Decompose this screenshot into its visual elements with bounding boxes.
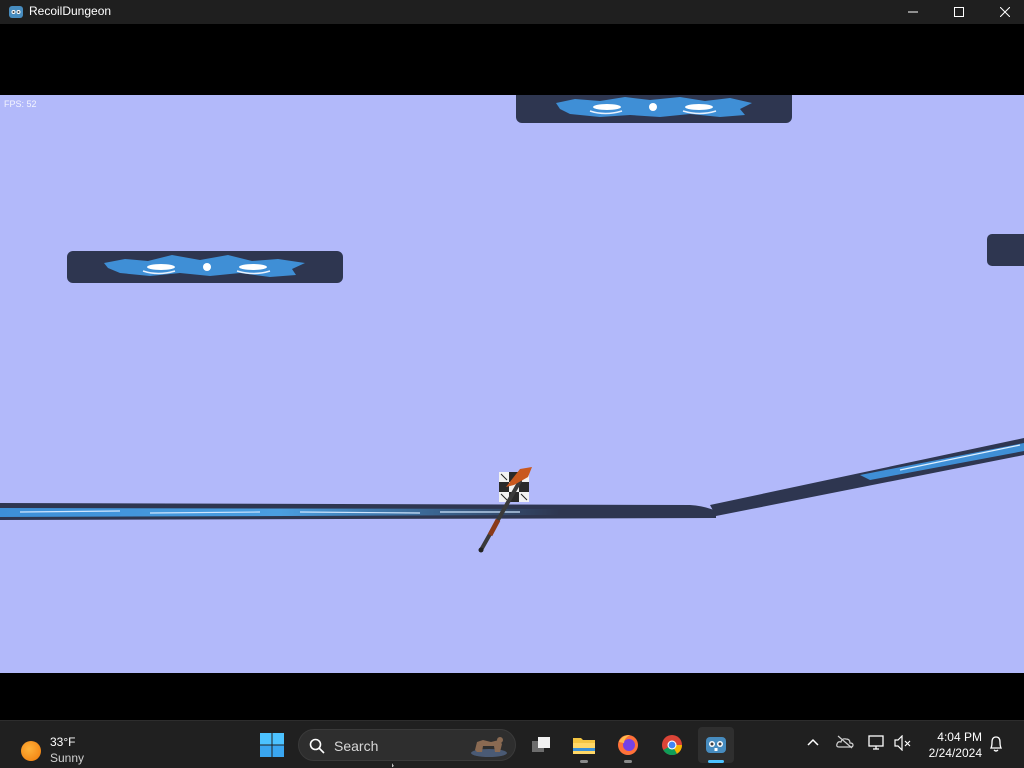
speaker-muted-icon[interactable] — [894, 735, 912, 751]
search-highlight-icon — [471, 737, 507, 757]
running-indicator — [624, 760, 632, 763]
onedrive-icon[interactable] — [836, 735, 854, 749]
window-title-bar[interactable]: RecoilDungeon — [0, 0, 1024, 24]
folder-icon — [573, 738, 595, 754]
clock-time[interactable]: 4:04 PM — [930, 730, 982, 744]
floating-platform-top — [516, 95, 792, 123]
minimize-icon — [908, 11, 918, 13]
floating-platform-left — [67, 251, 343, 283]
ramp-platform — [710, 438, 1024, 516]
game-viewport[interactable]: FPS: 52 — [0, 95, 1024, 673]
weather-condition: Sunny — [50, 751, 85, 765]
firefox-icon — [618, 735, 638, 755]
taskbar-app-godot[interactable] — [698, 727, 734, 763]
start-button[interactable] — [258, 731, 286, 759]
game-scene — [0, 95, 1024, 553]
close-icon — [1000, 7, 1010, 17]
taskbar: 33°F Sunny Search 4:04 PM 2/24/2024 — [0, 720, 1024, 768]
mouse-cursor — [392, 762, 395, 768]
search-icon — [309, 738, 325, 754]
godot-app-icon — [9, 6, 23, 18]
taskbar-app-file-explorer[interactable] — [566, 727, 602, 763]
sun-icon — [21, 741, 41, 761]
chrome-icon — [662, 735, 683, 756]
running-indicator — [580, 760, 588, 763]
active-indicator — [708, 760, 724, 763]
floating-platform-right — [987, 234, 1024, 266]
taskbar-app-chrome[interactable] — [654, 727, 690, 763]
clock-date[interactable]: 2/24/2024 — [922, 746, 982, 760]
taskbar-app-firefox[interactable] — [610, 727, 646, 763]
chevron-up-icon[interactable] — [806, 735, 820, 749]
search-placeholder: Search — [334, 738, 379, 754]
letterbox-bottom — [0, 673, 1024, 720]
display-icon[interactable] — [868, 735, 886, 751]
weather-widget[interactable]: 33°F Sunny — [14, 727, 104, 765]
taskbar-search-box[interactable]: Search — [298, 729, 516, 761]
minimize-button[interactable] — [890, 0, 936, 24]
task-view-button[interactable] — [523, 727, 559, 763]
letterbox-top — [0, 24, 1024, 95]
floor-ledge — [0, 503, 716, 520]
close-button[interactable] — [982, 0, 1024, 24]
window-title: RecoilDungeon — [29, 4, 112, 18]
fps-counter: FPS: 52 — [4, 99, 37, 109]
maximize-icon — [954, 7, 964, 17]
weather-temperature: 33°F — [50, 735, 76, 749]
bell-icon[interactable] — [988, 735, 1004, 753]
maximize-button[interactable] — [936, 0, 982, 24]
task-view-icon — [532, 737, 550, 752]
godot-icon — [706, 737, 726, 753]
